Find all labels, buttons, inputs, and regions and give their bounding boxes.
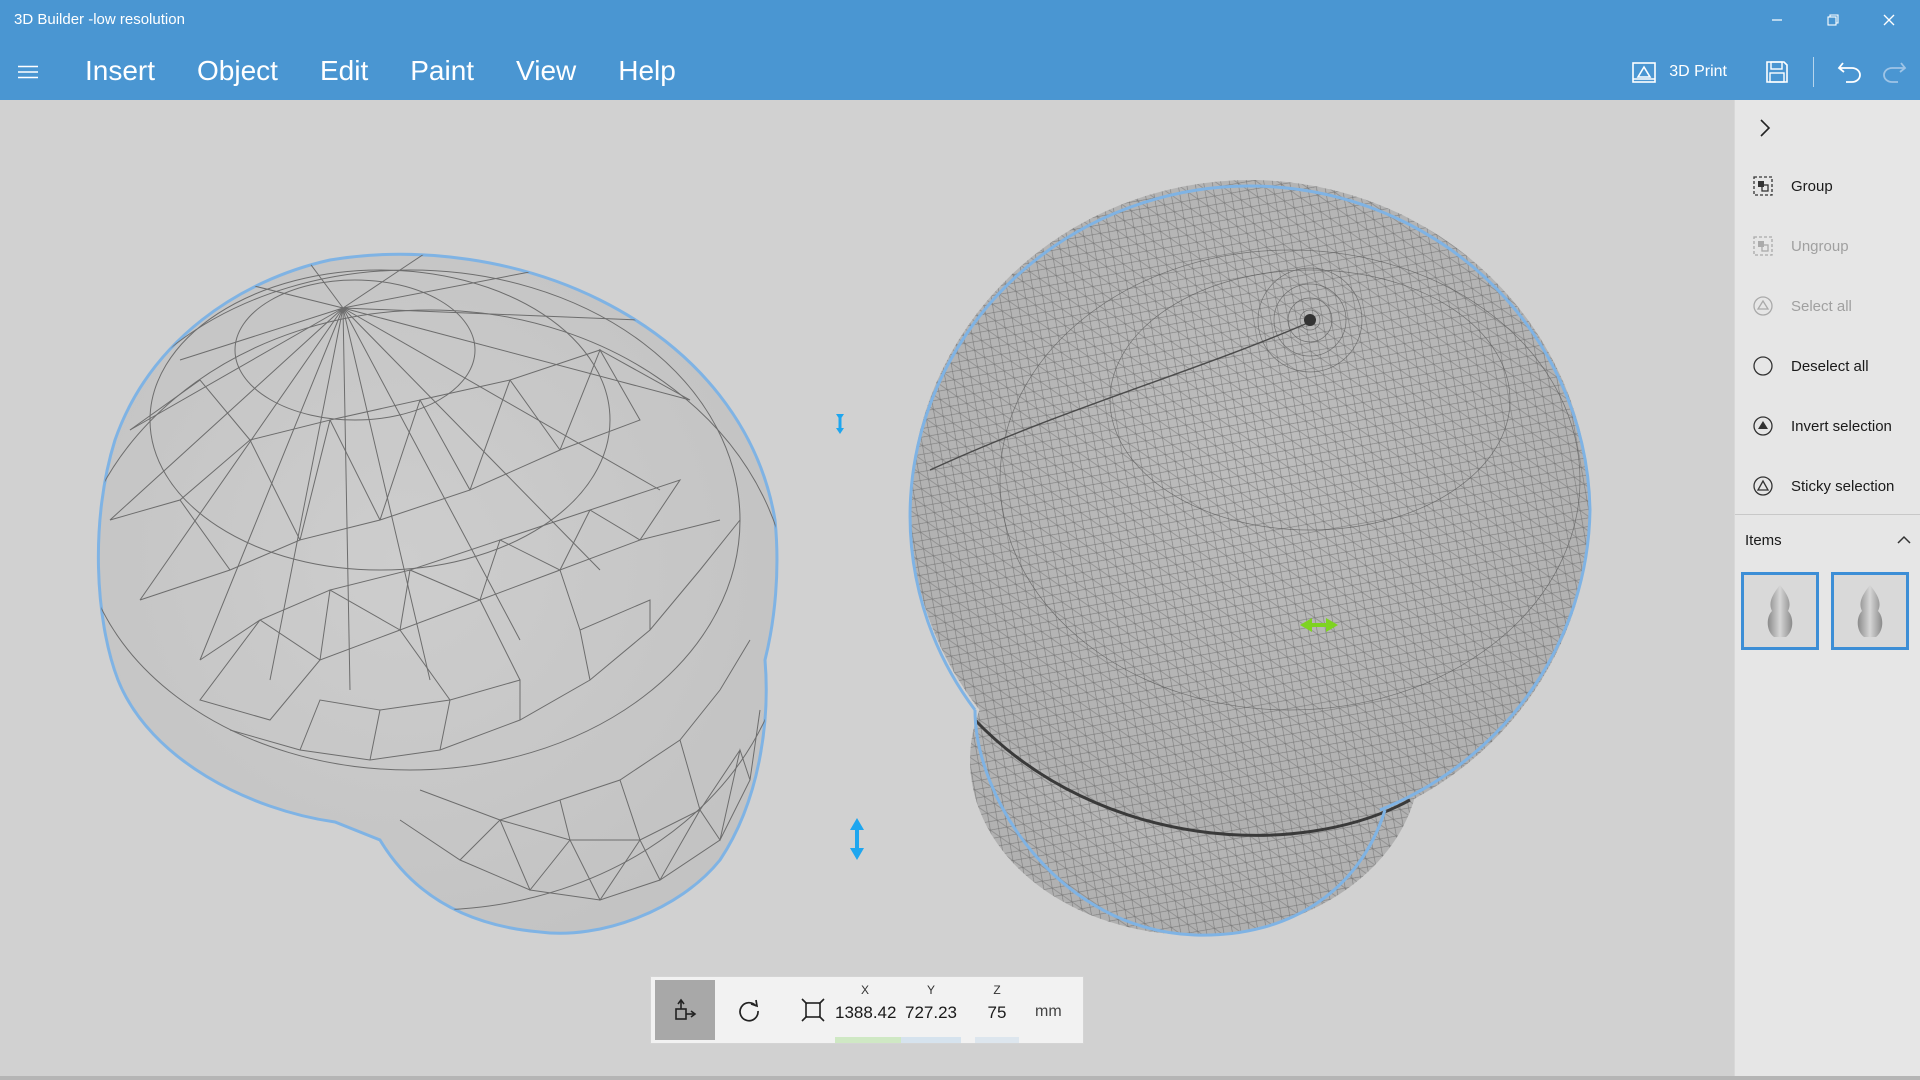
- item-thumbnail-1[interactable]: [1741, 572, 1819, 650]
- main-menu: Insert Object Edit Paint View Help: [64, 48, 697, 94]
- object-thumbnail-icon: [1767, 585, 1793, 637]
- redo-icon: [1883, 62, 1907, 83]
- menu-paint[interactable]: Paint: [389, 48, 495, 94]
- select-all-label: Select all: [1791, 297, 1852, 315]
- y-axis-indicator: [901, 1037, 961, 1043]
- sticky-selection-label: Sticky selection: [1791, 477, 1895, 495]
- z-axis-indicator: [975, 1037, 1019, 1043]
- z-coordinate[interactable]: Z 75: [967, 983, 1027, 1043]
- minimize-button[interactable]: [1754, 0, 1800, 40]
- invert-selection-icon: [1751, 414, 1775, 438]
- toolbar-separator: [1813, 57, 1814, 87]
- z-label: Z: [993, 983, 1001, 997]
- hamburger-icon: [18, 65, 38, 79]
- sticky-selection-action[interactable]: Sticky selection: [1735, 456, 1920, 516]
- x-axis-indicator: [835, 1037, 901, 1043]
- ungroup-label: Ungroup: [1791, 237, 1849, 255]
- high-resolution-model[interactable]: [900, 160, 1600, 1060]
- group-label: Group: [1791, 177, 1833, 195]
- invert-selection-label: Invert selection: [1791, 417, 1892, 435]
- items-label: Items: [1745, 531, 1782, 549]
- save-button[interactable]: [1755, 50, 1799, 94]
- save-icon: [1766, 61, 1788, 83]
- move-mode-button[interactable]: [655, 980, 715, 1040]
- x-coordinate[interactable]: X 1388.42: [835, 983, 901, 1043]
- scale-mode-button[interactable]: [783, 980, 843, 1040]
- menu-insert[interactable]: Insert: [64, 48, 176, 94]
- menu-help[interactable]: Help: [597, 48, 697, 94]
- low-resolution-model[interactable]: [70, 250, 790, 935]
- invert-selection-action[interactable]: Invert selection: [1735, 396, 1920, 456]
- selection-panel: Group Ungroup Select all Deselect all In…: [1734, 100, 1920, 1076]
- item-thumbnail-2[interactable]: [1831, 572, 1909, 650]
- undo-button[interactable]: [1828, 50, 1872, 94]
- deselect-all-label: Deselect all: [1791, 357, 1869, 375]
- rotate-icon: [739, 999, 759, 1022]
- units-label[interactable]: mm: [1035, 1003, 1062, 1021]
- y-label: Y: [926, 983, 935, 997]
- deselect-all-icon: [1751, 354, 1775, 378]
- 3d-viewport[interactable]: [0, 100, 1734, 1076]
- 3d-print-button[interactable]: 3D Print: [1631, 60, 1727, 84]
- 3d-scene[interactable]: [0, 100, 1734, 1076]
- group-action[interactable]: Group: [1735, 156, 1920, 216]
- title-and-menu-bar: 3D Builder -low resolution Insert Object…: [0, 0, 1920, 100]
- gizmo-vertical-arrow[interactable]: [850, 818, 864, 860]
- group-icon: [1751, 174, 1775, 198]
- select-all-action[interactable]: Select all: [1735, 276, 1920, 336]
- move-icon: [675, 998, 697, 1020]
- object-thumbnail-icon: [1857, 585, 1883, 637]
- menu-edit[interactable]: Edit: [299, 48, 389, 94]
- undo-icon: [1837, 62, 1861, 83]
- redo-button[interactable]: [1872, 50, 1916, 94]
- minimize-icon: [1772, 19, 1782, 21]
- scale-icon: [801, 998, 825, 1022]
- chevron-right-icon: [1760, 119, 1771, 137]
- close-icon: [1883, 14, 1895, 26]
- panel-divider: [1735, 514, 1920, 515]
- x-value[interactable]: 1388.42: [835, 1003, 896, 1023]
- ungroup-icon: [1751, 234, 1775, 258]
- window-bottom-border: [0, 1076, 1920, 1080]
- select-all-icon: [1751, 294, 1775, 318]
- 3d-print-icon: [1632, 62, 1657, 83]
- sticky-selection-icon: [1751, 474, 1775, 498]
- panel-expand-button[interactable]: [1753, 116, 1777, 140]
- gizmo-handle-small[interactable]: [836, 414, 844, 434]
- menu-object[interactable]: Object: [176, 48, 299, 94]
- deselect-all-action[interactable]: Deselect all: [1735, 336, 1920, 396]
- window-title: 3D Builder -low resolution: [14, 11, 185, 28]
- restore-icon: [1827, 14, 1839, 26]
- 3d-print-label: 3D Print: [1669, 63, 1727, 80]
- x-label: X: [860, 983, 869, 997]
- toolbar-right: 3D Print: [1631, 50, 1920, 94]
- rotate-mode-button[interactable]: [719, 980, 779, 1040]
- close-button[interactable]: [1866, 0, 1912, 40]
- restore-button[interactable]: [1810, 0, 1856, 40]
- chevron-up-icon: [1897, 535, 1911, 544]
- hamburger-menu-button[interactable]: [16, 62, 40, 82]
- transform-toolbar: X 1388.42 Y 727.23 Z 75 mm: [650, 976, 1084, 1044]
- y-coordinate[interactable]: Y 727.23: [901, 983, 961, 1043]
- z-value[interactable]: 75: [967, 1003, 1027, 1023]
- y-value[interactable]: 727.23: [901, 1003, 961, 1023]
- ungroup-action[interactable]: Ungroup: [1735, 216, 1920, 276]
- menu-view[interactable]: View: [495, 48, 597, 94]
- items-section-header[interactable]: Items: [1745, 528, 1911, 552]
